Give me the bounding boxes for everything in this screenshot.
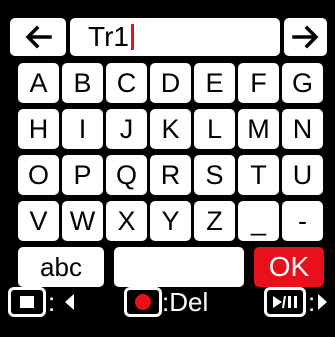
key-m[interactable]: M	[238, 109, 279, 149]
entry-text: Tr1	[88, 21, 129, 52]
triangle-left-icon	[65, 294, 75, 310]
name-entry-field[interactable]: Tr1	[70, 18, 280, 56]
key-hyphen[interactable]: -	[282, 201, 323, 241]
space-key[interactable]	[114, 247, 244, 287]
key-r[interactable]: R	[150, 155, 191, 195]
cursor-left-button[interactable]	[10, 18, 66, 56]
record-button-icon	[124, 287, 162, 317]
key-e[interactable]: E	[194, 63, 235, 103]
arrow-right-icon	[291, 25, 318, 49]
key-j[interactable]: J	[106, 109, 147, 149]
key-y[interactable]: Y	[150, 201, 191, 241]
record-button-hint: :Del	[124, 284, 208, 320]
key-underscore[interactable]: _	[238, 201, 279, 241]
key-t[interactable]: T	[238, 155, 279, 195]
key-u[interactable]: U	[282, 155, 323, 195]
key-c[interactable]: C	[106, 63, 147, 103]
play-pause-button-hint: :	[264, 284, 328, 320]
stop-button-hint: :	[8, 284, 75, 320]
cursor-right-button[interactable]	[284, 18, 327, 56]
key-z[interactable]: Z	[194, 201, 235, 241]
key-k[interactable]: K	[150, 109, 191, 149]
key-l[interactable]: L	[194, 109, 235, 149]
key-a[interactable]: A	[18, 63, 59, 103]
key-v[interactable]: V	[18, 201, 59, 241]
key-n[interactable]: N	[282, 109, 323, 149]
arrow-left-icon	[25, 25, 52, 49]
key-i[interactable]: I	[62, 109, 103, 149]
key-w[interactable]: W	[62, 201, 103, 241]
key-q[interactable]: Q	[106, 155, 147, 195]
stop-button-icon	[8, 287, 46, 317]
key-p[interactable]: P	[62, 155, 103, 195]
key-f[interactable]: F	[238, 63, 279, 103]
abc-case-toggle-button[interactable]: abc	[18, 247, 104, 287]
ok-button[interactable]: OK	[254, 247, 324, 287]
key-b[interactable]: B	[62, 63, 103, 103]
key-d[interactable]: D	[150, 63, 191, 103]
key-o[interactable]: O	[18, 155, 59, 195]
key-s[interactable]: S	[194, 155, 235, 195]
key-h[interactable]: H	[18, 109, 59, 149]
key-g[interactable]: G	[282, 63, 323, 103]
play-pause-button-icon	[264, 287, 306, 317]
character-input-screen: Tr1 A B C D E F G H I J K L M N O P Q R …	[0, 0, 335, 337]
text-cursor	[130, 24, 134, 50]
key-x[interactable]: X	[106, 201, 147, 241]
triangle-right-icon	[318, 294, 328, 310]
